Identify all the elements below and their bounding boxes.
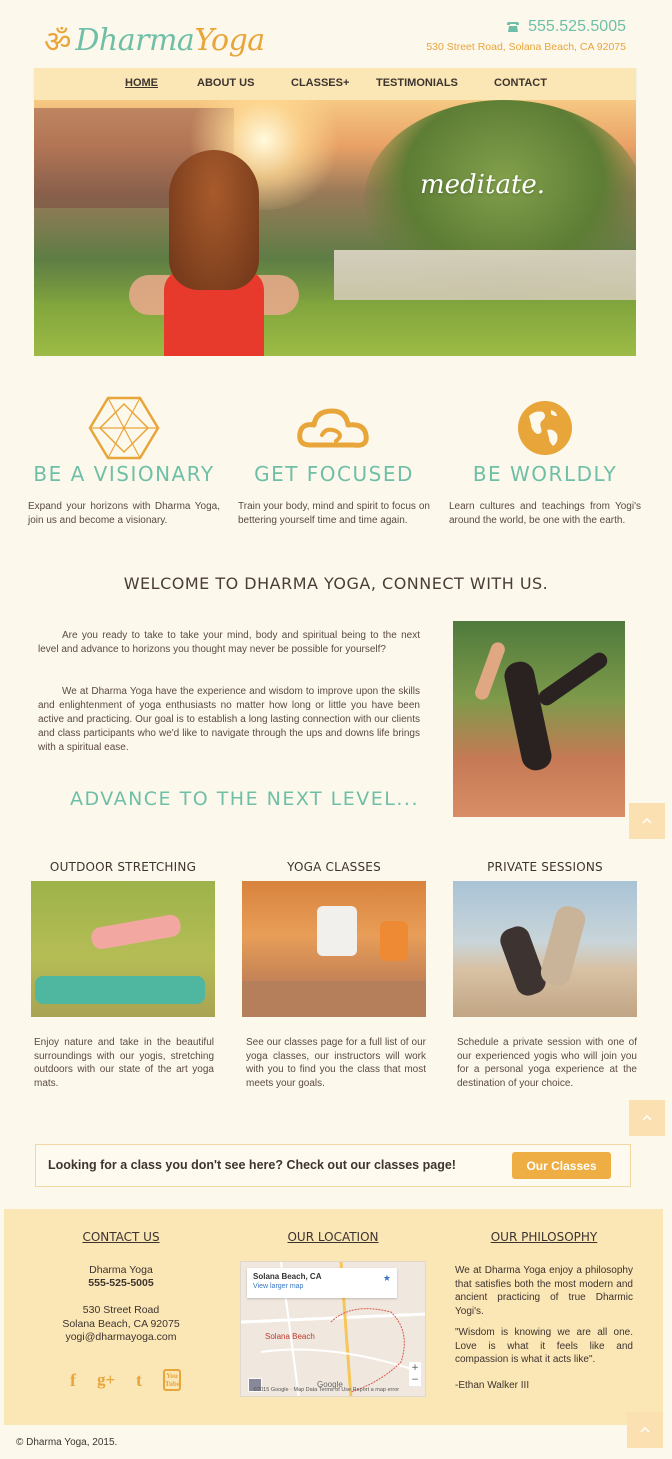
om-icon: ॐ: [44, 24, 72, 60]
header-address: 530 Street Road, Solana Beach, CA 92075: [426, 41, 626, 53]
classes-callout: Looking for a class you don't see here? …: [35, 1144, 631, 1187]
map-info-card: Solana Beach, CA View larger map ★: [247, 1268, 397, 1298]
chevron-up-icon: [642, 1115, 652, 1121]
yoga-classes-photo: [242, 881, 426, 1017]
dancer-pose-photo: [453, 621, 625, 817]
our-classes-button[interactable]: Our Classes: [512, 1152, 611, 1179]
google-plus-icon[interactable]: g+: [97, 1370, 115, 1390]
service-text: Schedule a private session with one of o…: [457, 1037, 637, 1089]
map-place: Solana Beach, CA: [253, 1272, 322, 1281]
site-footer: CONTACT US OUR LOCATION OUR PHILOSOPHY D…: [4, 1209, 663, 1425]
chevron-up-icon: [642, 818, 652, 824]
map-footer: ©2015 Google · Map Data Terms of Use Rep…: [253, 1387, 400, 1393]
globe-icon: [445, 396, 645, 460]
hero-caption: meditate.: [420, 170, 546, 200]
yoga-mat: [35, 976, 205, 1004]
scroll-to-top-button[interactable]: [627, 1412, 663, 1448]
nav-testimonials[interactable]: TESTIMONIALS: [376, 77, 458, 89]
yogi-figure: [496, 922, 550, 1000]
philosophy-paragraph: We at Dharma Yoga enjoy a philosophy tha…: [455, 1265, 633, 1317]
pose-arm: [473, 640, 507, 702]
pose-body: [501, 659, 555, 773]
service-text: See our classes page for a full list of …: [246, 1037, 426, 1089]
feature-title: BE WORLDLY: [472, 462, 618, 486]
callout-text: Looking for a class you don't see here? …: [48, 1158, 456, 1172]
private-sessions-photo: [453, 881, 637, 1017]
philosophy-author: -Ethan Walker III: [455, 1380, 530, 1391]
nav-about-us[interactable]: ABOUT US: [197, 77, 254, 89]
view-larger-map-link[interactable]: View larger map: [253, 1283, 303, 1290]
feature-text: Expand your horizons with Dharma Yoga, j…: [28, 501, 220, 526]
logo-wordmark: DharmaYoga: [75, 22, 265, 58]
zoom-controls[interactable]: + −: [409, 1362, 421, 1386]
feature-worldly: BE WORLDLY Learn cultures and teachings …: [445, 396, 645, 528]
youtube-icon[interactable]: You Tube: [163, 1369, 181, 1391]
feature-title: GET FOCUSED: [254, 462, 414, 486]
feature-focused: GET FOCUSED Train your body, mind and sp…: [234, 396, 434, 528]
site-logo[interactable]: ॐ DharmaYoga: [44, 18, 265, 62]
star-icon[interactable]: ★: [383, 1274, 391, 1284]
service-title: YOGA CLASSES: [287, 860, 381, 874]
yogi-figure: [89, 913, 183, 951]
social-links: f g+ t You Tube: [64, 1369, 181, 1391]
nav-contact[interactable]: CONTACT: [494, 77, 547, 89]
phone-number: 555.525.5005: [528, 18, 626, 35]
cloud-icon: [234, 396, 434, 460]
hero-lawn: [34, 300, 636, 356]
footer-contact-heading: CONTACT US: [82, 1230, 160, 1244]
welcome-heading: WELCOME TO DHARMA YOGA, CONNECT WITH US.: [123, 574, 549, 593]
intro-paragraph: We at Dharma Yoga have the experience an…: [38, 686, 420, 753]
footer-philosophy-heading: OUR PHILOSOPHY: [490, 1230, 598, 1244]
pose-leg: [535, 649, 611, 709]
service-title: PRIVATE SESSIONS: [487, 860, 603, 874]
hero-banner: meditate.: [34, 100, 636, 356]
facebook-icon[interactable]: f: [64, 1370, 82, 1391]
contact-name: Dharma Yoga: [89, 1264, 153, 1276]
student-figure: [380, 921, 408, 961]
philosophy-quote: "Wisdom is knowing we are all one. Love …: [455, 1327, 633, 1365]
contact-email[interactable]: yogi@dharmayoga.com: [21, 1331, 221, 1345]
footer-location-heading: OUR LOCATION: [287, 1230, 379, 1244]
feature-title: BE A VISIONARY: [33, 462, 215, 486]
phone-icon: [507, 22, 520, 32]
feature-text: Learn cultures and teachings from Yogi's…: [449, 501, 641, 526]
header-phone[interactable]: 555.525.5005: [506, 18, 626, 36]
copyright: © Dharma Yoga, 2015.: [16, 1437, 118, 1448]
service-text: Enjoy nature and take in the beautiful s…: [34, 1037, 214, 1089]
contact-phone[interactable]: 555-525-5005: [21, 1277, 221, 1291]
nav-home[interactable]: HOME: [125, 77, 158, 89]
instructor-figure: [317, 906, 357, 956]
feature-text: Train your body, mind and spirit to focu…: [238, 501, 430, 526]
outdoor-stretching-photo: [31, 881, 215, 1017]
nav-classes[interactable]: CLASSES: [291, 77, 343, 89]
contact-city: Solana Beach, CA 92075: [62, 1318, 180, 1330]
chevron-up-icon: [640, 1427, 650, 1433]
nav-classes-expander[interactable]: +: [343, 77, 349, 89]
yogi-figure: [538, 903, 588, 989]
scroll-to-top-button[interactable]: [629, 803, 665, 839]
scroll-to-top-button[interactable]: [629, 1100, 665, 1136]
twitter-icon[interactable]: t: [130, 1370, 148, 1391]
service-title: OUTDOOR STRETCHING: [49, 860, 197, 874]
map-pin-label: Solana Beach: [265, 1332, 315, 1341]
studio-floor: [242, 981, 426, 1017]
hexagon-geometric-icon: [24, 396, 224, 460]
contact-street: 530 Street Road: [82, 1304, 160, 1316]
feature-visionary: BE A VISIONARY Expand your horizons with…: [24, 396, 224, 528]
hero-woman-hair: [169, 150, 259, 290]
advance-heading: ADVANCE TO THE NEXT LEVEL...: [70, 788, 419, 810]
location-map[interactable]: Solana Beach, CA View larger map ★ Solan…: [240, 1261, 426, 1397]
intro-paragraph: Are you ready to take to take your mind,…: [38, 630, 420, 655]
main-nav: HOME ABOUT US CLASSES + TESTIMONIALS CON…: [34, 68, 636, 100]
